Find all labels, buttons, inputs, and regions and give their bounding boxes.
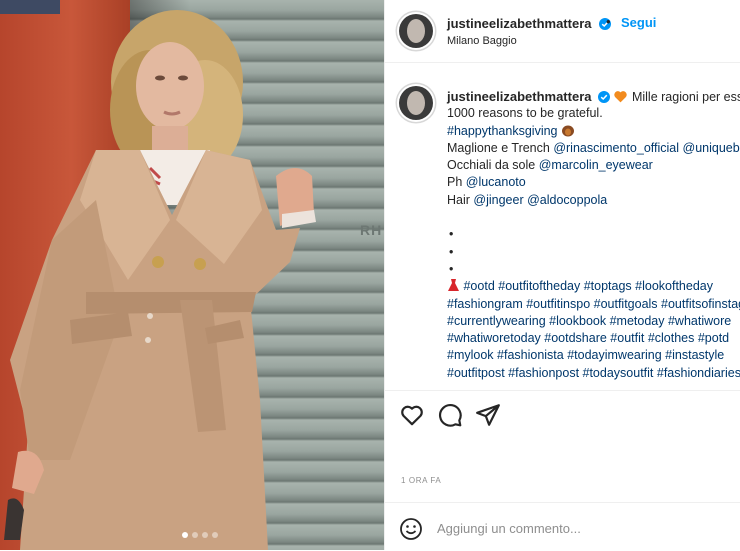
caption-body: justineelizabethmattera Mille ragioni pe… bbox=[447, 88, 740, 382]
follow-button[interactable]: Segui bbox=[621, 15, 656, 30]
woman-figure bbox=[4, 10, 316, 550]
post-photo[interactable]: RH bbox=[0, 0, 384, 550]
paper-plane-icon[interactable] bbox=[475, 402, 501, 428]
mention-link[interactable]: @marcolin_eyewear bbox=[539, 158, 653, 172]
post-actions bbox=[385, 392, 740, 440]
caption-text: Maglione e Trench bbox=[447, 140, 554, 155]
separator-dot: • bbox=[606, 14, 611, 29]
hashtag-line[interactable]: #mylook #fashionista #todayimwearing #in… bbox=[447, 347, 740, 364]
mention-link[interactable]: @uniquebrand bbox=[683, 141, 740, 155]
caption-line: Hair @jingeer @aldocoppola bbox=[447, 192, 740, 209]
hashtag-line: #ootd #outfitoftheday #toptags #lookofth… bbox=[447, 278, 740, 295]
mention-link[interactable]: @lucanoto bbox=[466, 175, 526, 189]
hashtag-link[interactable]: #ootd #outfitoftheday #toptags #lookofth… bbox=[463, 279, 713, 293]
caption-username[interactable]: justineelizabethmattera bbox=[447, 89, 592, 104]
caption-line: Maglione e Trench @rinascimento_official… bbox=[447, 140, 740, 157]
caption-text: Mille ragioni per esser grata. bbox=[631, 90, 740, 104]
caption-line: justineelizabethmattera Mille ragioni pe… bbox=[447, 88, 740, 105]
hashtag-line[interactable]: #outfitpost #fashionpost #todaysoutfit #… bbox=[447, 365, 740, 382]
bullet-line: • bbox=[449, 261, 454, 276]
post-side-panel: justineelizabethmattera • Segui Milano B… bbox=[384, 0, 740, 550]
hashtag-line[interactable]: #fashiongram #outfitinspo #outfitgoals #… bbox=[447, 296, 740, 313]
avatar[interactable] bbox=[399, 14, 433, 48]
caption-line: 1000 reasons to be grateful. bbox=[447, 105, 740, 122]
orange-heart-emoji-icon bbox=[614, 91, 628, 103]
caption-line: Ph @lucanoto bbox=[447, 174, 740, 191]
carousel-dot[interactable] bbox=[212, 532, 218, 538]
location-link[interactable]: Milano Baggio bbox=[447, 35, 517, 47]
caption-text: Occhiali da sole bbox=[447, 158, 539, 173]
hashtag-line[interactable]: #whatiworetoday #ootdshare #outfit #clot… bbox=[447, 330, 740, 347]
avatar[interactable] bbox=[399, 86, 433, 120]
carousel-dots bbox=[182, 532, 218, 538]
turkey-emoji-icon bbox=[561, 125, 574, 137]
mention-link[interactable]: @jingeer bbox=[473, 193, 523, 207]
hashtag-link[interactable]: #happythanksgiving bbox=[447, 124, 558, 138]
author-username-row: justineelizabethmattera bbox=[447, 15, 611, 33]
carousel-dot[interactable] bbox=[192, 532, 198, 538]
mention-link[interactable]: @aldocoppola bbox=[527, 193, 607, 207]
caption-line: #happythanksgiving bbox=[447, 123, 740, 140]
verified-badge-icon bbox=[597, 91, 610, 103]
caption-text: Ph bbox=[447, 175, 466, 190]
comment-icon[interactable] bbox=[437, 402, 463, 428]
caption-area: justineelizabethmattera Mille ragioni pe… bbox=[385, 62, 740, 391]
caption-text: 1000 reasons to be grateful. bbox=[447, 106, 603, 121]
hashtag-line[interactable]: #currentlywearing #lookbook #metoday #wh… bbox=[447, 313, 740, 330]
post-timestamp[interactable]: 1 ORA FA bbox=[401, 476, 441, 485]
caption-line: Occhiali da sole @marcolin_eyewear bbox=[447, 157, 740, 174]
bullet-line: • bbox=[449, 244, 454, 259]
red-dress-emoji-icon bbox=[448, 279, 459, 292]
comment-bar bbox=[385, 502, 740, 551]
mention-link[interactable]: @rinascimento_official bbox=[553, 141, 679, 155]
author-username[interactable]: justineelizabethmattera bbox=[447, 16, 592, 31]
comment-input[interactable] bbox=[437, 517, 727, 539]
post-header: justineelizabethmattera • Segui Milano B… bbox=[385, 0, 740, 63]
bullet-line: • bbox=[449, 227, 454, 242]
carousel-dot[interactable] bbox=[182, 532, 188, 538]
heart-outline-icon[interactable] bbox=[399, 402, 425, 428]
carousel-dot[interactable] bbox=[202, 532, 208, 538]
caption-text: Hair bbox=[447, 192, 474, 207]
smiley-emoji-icon[interactable] bbox=[399, 517, 423, 541]
